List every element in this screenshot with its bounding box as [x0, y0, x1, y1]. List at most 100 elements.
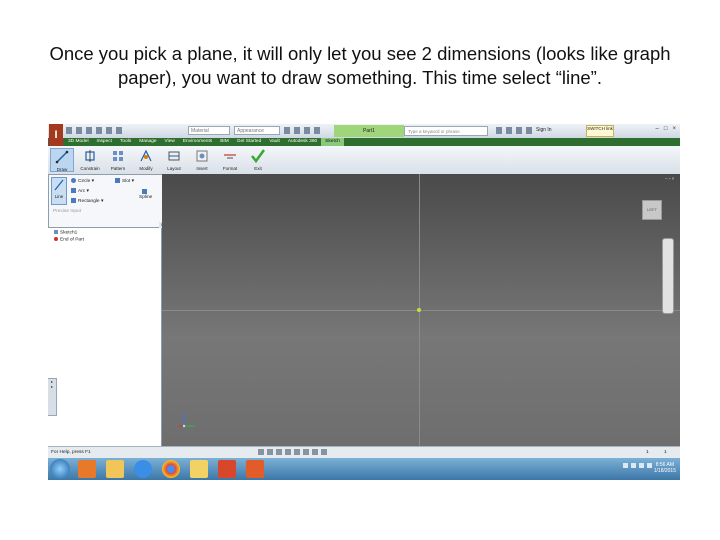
constrain-button[interactable]: Constrain [78, 148, 102, 172]
insert-label: Insert [196, 166, 208, 171]
redo-icon[interactable] [106, 127, 112, 134]
insert-button[interactable]: Insert [190, 148, 214, 172]
end-of-part-icon [54, 237, 58, 241]
sketch-origin-point[interactable] [417, 308, 421, 312]
undo-icon[interactable] [96, 127, 102, 134]
modify-button[interactable]: Modify [134, 148, 158, 172]
browser-item-end-of-part[interactable]: End of Part [54, 237, 84, 242]
appearance-select[interactable]: Appearance [234, 126, 280, 135]
line-icon [55, 150, 69, 164]
internet-explorer-taskbar-icon[interactable] [134, 460, 152, 478]
precise-input-tool[interactable]: Precise Input [53, 209, 81, 214]
layout-icon [168, 151, 180, 161]
format-button[interactable]: Format [218, 148, 242, 172]
tab-get-started[interactable]: Get Started [233, 138, 266, 146]
tab-bim[interactable]: BIM [216, 138, 233, 146]
start-button[interactable] [50, 459, 70, 479]
canvas-window-controls[interactable]: – ▫ × [665, 176, 674, 181]
circle-icon [71, 178, 76, 183]
sign-in-link[interactable]: Sign In [536, 127, 552, 133]
navigation-bar[interactable] [662, 238, 674, 314]
tab-sketch[interactable]: Sketch [321, 138, 344, 146]
inventor-screenshot: I Material Appearance Part1 Type a keywo… [48, 124, 680, 480]
horizontal-axis [162, 310, 680, 311]
draw-label: Draw [56, 167, 68, 172]
view-icon-2[interactable] [267, 449, 273, 455]
tab-environments[interactable]: Environments [179, 138, 216, 146]
precise-input-label: Precise Input [53, 209, 81, 214]
tab-3d-model[interactable]: 3D Model [64, 138, 93, 146]
system-tray [623, 463, 652, 468]
exit-sketch-button[interactable]: Exit [246, 148, 270, 172]
view-icon-6[interactable] [303, 449, 309, 455]
line-tool-button[interactable]: Line [51, 177, 67, 205]
pattern-button[interactable]: Pattern [106, 148, 130, 172]
volume-icon[interactable] [647, 463, 652, 468]
save-icon[interactable] [86, 127, 92, 134]
line-tool-icon [54, 179, 64, 191]
rectangle-tool[interactable]: Rectangle ▾ [71, 198, 103, 204]
maximize-button[interactable]: □ [664, 126, 668, 132]
constrain-icon [85, 150, 95, 162]
tray-icon-2[interactable] [631, 463, 636, 468]
view-icon-4[interactable] [285, 449, 291, 455]
powerpoint-taskbar-icon[interactable] [218, 460, 236, 478]
tray-icon-1[interactable] [623, 463, 628, 468]
constrain-label: Constrain [80, 166, 100, 171]
dropdown-icon[interactable] [314, 127, 320, 134]
view-icon-8[interactable] [321, 449, 327, 455]
draw-button[interactable]: Draw [50, 148, 74, 172]
minimize-button[interactable]: – [656, 126, 659, 132]
close-button[interactable]: × [672, 126, 676, 132]
material-select[interactable]: Material [188, 126, 230, 135]
view-icon-1[interactable] [258, 449, 264, 455]
spline-tool[interactable]: Spline [139, 189, 152, 200]
layout-button[interactable]: Layout [162, 148, 186, 172]
spline-label: Spline [139, 194, 153, 200]
open-icon[interactable] [76, 127, 82, 134]
application-menu-button[interactable]: I [49, 124, 63, 148]
new-icon[interactable] [66, 127, 72, 134]
tab-tools[interactable]: Tools [116, 138, 135, 146]
circle-tool[interactable]: Circle ▾ [71, 178, 94, 184]
tab-view[interactable]: View [161, 138, 179, 146]
arc-tool[interactable]: Arc ▾ [71, 188, 89, 194]
measure-icon[interactable] [284, 127, 290, 134]
update-icon[interactable] [294, 127, 300, 134]
user-icon[interactable] [526, 127, 532, 134]
slot-tool[interactable]: Slot ▾ [115, 178, 134, 184]
view-icon-7[interactable] [312, 449, 318, 455]
graphics-window[interactable]: – ▫ × LEFT [162, 174, 680, 446]
system-clock[interactable]: 8:56 AM 1/18/2015 [654, 462, 676, 474]
modify-label: Modify [139, 166, 153, 171]
subscription-link[interactable]: SWITCH link [586, 125, 614, 137]
info-icons [496, 127, 532, 134]
folder-taskbar-icon[interactable] [190, 460, 208, 478]
tab-manage[interactable]: Manage [135, 138, 160, 146]
tab-vault[interactable]: Vault [265, 138, 284, 146]
quick-access-icons [66, 127, 122, 134]
file-explorer-taskbar-icon[interactable] [106, 460, 124, 478]
outlook-taskbar-icon[interactable] [78, 460, 96, 478]
slot-icon [115, 178, 120, 183]
tray-icon-3[interactable] [639, 463, 644, 468]
tab-autodesk-360[interactable]: Autodesk 360 [284, 138, 321, 146]
tab-inspect[interactable]: Inspect [93, 138, 116, 146]
spline-icon [142, 189, 148, 194]
ribbon-panel: Draw Constrain Pattern Modify Layout Ins… [48, 146, 680, 175]
select-icon[interactable] [116, 127, 122, 134]
fx-icon[interactable] [304, 127, 310, 134]
search-input[interactable]: Type a keyword or phrase [404, 126, 488, 136]
exchange-icon[interactable] [506, 127, 512, 134]
inventor-taskbar-icon[interactable] [246, 460, 264, 478]
chrome-taskbar-icon[interactable] [162, 460, 180, 478]
view-icon-5[interactable] [294, 449, 300, 455]
checkmark-icon [251, 149, 265, 163]
binoculars-icon[interactable] [496, 127, 502, 134]
star-icon[interactable] [516, 127, 522, 134]
view-icon-3[interactable] [276, 449, 282, 455]
status-icons [258, 449, 327, 455]
viewcube[interactable]: LEFT [642, 200, 662, 220]
browser-side-tab[interactable]: ▸ ▸ [48, 378, 57, 416]
browser-item-sketch[interactable]: Sketch1 [54, 230, 77, 235]
